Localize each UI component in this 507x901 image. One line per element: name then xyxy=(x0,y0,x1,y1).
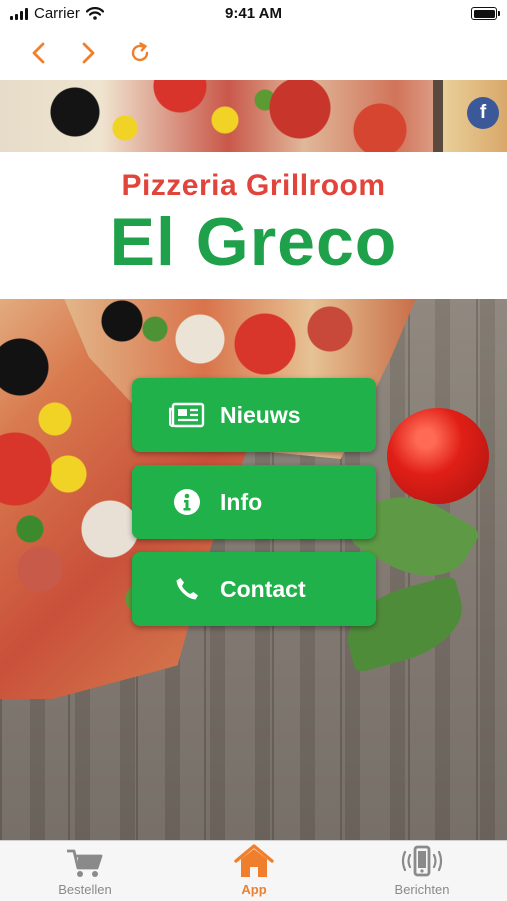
tab-label: Berichten xyxy=(394,882,450,897)
info-button[interactable]: Info xyxy=(132,465,376,539)
hero-pizza-image xyxy=(0,80,507,152)
info-button-label: Info xyxy=(220,488,263,515)
tomato-image xyxy=(387,408,489,504)
home-icon xyxy=(234,844,274,877)
contact-button[interactable]: Contact xyxy=(132,552,376,626)
facebook-icon: f xyxy=(479,102,487,123)
browser-nav-bar xyxy=(0,28,507,80)
reload-button[interactable] xyxy=(123,38,157,68)
logo-subtitle: Pizzeria Grillroom xyxy=(121,169,386,202)
vibrating-phone-icon xyxy=(401,845,443,877)
tab-bar: Bestellen App Berichten xyxy=(0,840,507,901)
tab-label: App xyxy=(241,882,267,897)
tab-berichten[interactable]: Berichten xyxy=(362,841,482,901)
chevron-right-icon xyxy=(82,42,95,64)
cart-icon xyxy=(67,849,103,877)
forward-button[interactable] xyxy=(72,38,106,68)
tab-app[interactable]: App xyxy=(194,841,314,901)
status-time: 9:41 AM xyxy=(225,5,282,22)
battery-icon xyxy=(471,7,500,20)
tab-label: Bestellen xyxy=(58,882,112,897)
chevron-left-icon xyxy=(32,42,45,64)
tab-bestellen[interactable]: Bestellen xyxy=(25,841,145,901)
contact-button-label: Contact xyxy=(220,575,306,602)
news-button[interactable]: Nieuws xyxy=(132,378,376,452)
phone-icon xyxy=(176,578,198,600)
reload-icon xyxy=(131,42,149,62)
status-bar: Carrier 9:41 AM xyxy=(0,0,507,28)
news-button-label: Nieuws xyxy=(220,401,301,428)
newspaper-icon xyxy=(169,402,205,428)
logo-band: Pizzeria Grillroom El Greco xyxy=(0,152,507,299)
info-icon xyxy=(174,489,200,515)
logo-title: El Greco xyxy=(109,204,398,280)
back-button[interactable] xyxy=(21,38,55,68)
hero-crust-shadow xyxy=(433,80,443,152)
battery-level xyxy=(473,9,495,18)
facebook-button[interactable]: f xyxy=(467,97,499,129)
